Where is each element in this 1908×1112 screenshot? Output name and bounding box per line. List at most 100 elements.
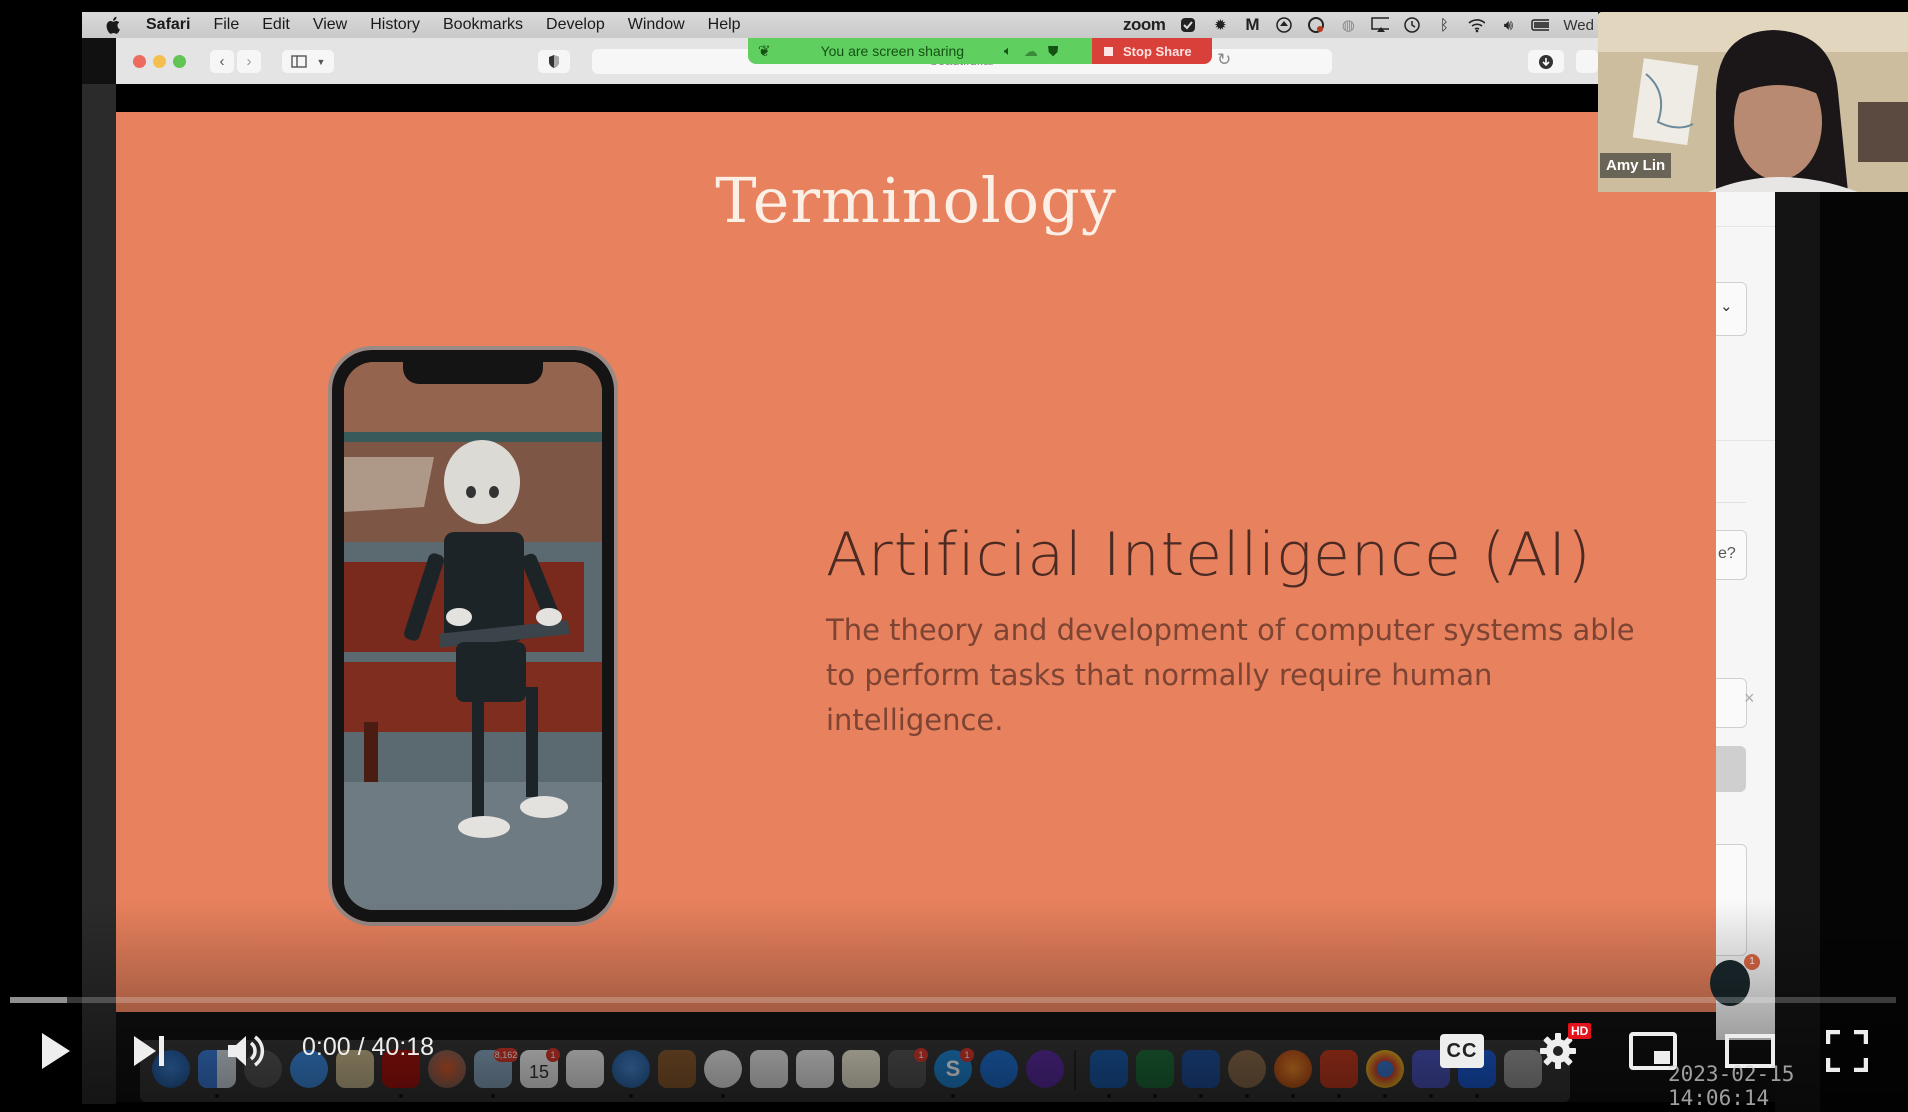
progress-played <box>10 997 65 1003</box>
phone-notch <box>403 362 543 384</box>
clear-x-icon[interactable]: × <box>1744 688 1755 709</box>
dock-outlook-icon[interactable] <box>1090 1050 1128 1088</box>
stop-share-button[interactable]: Stop Share <box>1092 38 1212 64</box>
skype-badge: 1 <box>960 1048 974 1062</box>
forward-button[interactable]: › <box>237 50 261 73</box>
m-app-icon[interactable]: M <box>1243 15 1261 34</box>
sidebar-icon <box>290 55 307 68</box>
menu-window[interactable]: Window <box>628 16 685 34</box>
zoom-status-item[interactable]: zoom <box>1123 15 1166 35</box>
dark-panel-right <box>1775 192 1820 1112</box>
chevron-down-icon: ⌄ <box>1720 298 1733 315</box>
creative-cloud-icon[interactable] <box>1307 16 1325 34</box>
dock-skype-icon[interactable]: S 1 <box>934 1048 974 1088</box>
chat-badge: 1 <box>1744 954 1760 970</box>
play-icon <box>42 1033 70 1069</box>
bluetooth-icon[interactable]: ᛒ <box>1435 16 1453 34</box>
textarea-fragment[interactable] <box>1716 844 1747 956</box>
security-shield-icon[interactable]: ⛊ <box>1048 43 1059 60</box>
menu-file[interactable]: File <box>213 16 239 34</box>
mail-badge: 8,162 <box>494 1048 518 1062</box>
mute-button[interactable] <box>224 1025 268 1077</box>
close-window-button[interactable] <box>133 55 146 68</box>
dock-safari-2-icon[interactable] <box>612 1050 650 1088</box>
hd-badge: HD <box>1568 1023 1592 1039</box>
stop-share-label: Stop Share <box>1123 43 1192 59</box>
stop-icon <box>1104 46 1113 56</box>
dock-chrome-icon[interactable] <box>1366 1050 1404 1088</box>
dock-firefox-icon[interactable] <box>1274 1050 1312 1088</box>
minimize-window-button[interactable] <box>153 55 166 68</box>
menu-view[interactable]: View <box>313 16 347 34</box>
skip-next-icon <box>134 1036 164 1066</box>
volume-icon <box>228 1035 265 1067</box>
phone-mockup-image <box>328 346 618 926</box>
chevron-right-icon: › <box>246 53 252 70</box>
calendar-day: 15 <box>528 1062 550 1082</box>
menu-history[interactable]: History <box>370 16 420 34</box>
play-button[interactable] <box>36 1025 76 1077</box>
reload-icon[interactable]: ↻ <box>1217 50 1239 72</box>
wifi-icon[interactable] <box>1467 16 1486 34</box>
participant-name: Amy Lin <box>1600 153 1672 178</box>
cc-icon: CC <box>1440 1034 1484 1068</box>
term-definition: The theory and development of computer s… <box>826 613 1635 737</box>
presentation-slide: Terminology Artificial Intelligence (AI)… <box>116 112 1716 1012</box>
battery-icon[interactable] <box>1531 16 1550 34</box>
privacy-report-button[interactable] <box>538 50 570 73</box>
screen-left-gutter <box>82 84 116 1104</box>
question-button[interactable]: e? <box>1716 530 1747 580</box>
dock-system-preferences-icon[interactable]: 1 <box>888 1048 928 1088</box>
audio-icon[interactable]: 🔈︎ <box>1004 43 1012 59</box>
menu-bookmarks[interactable]: Bookmarks <box>443 16 523 34</box>
menu-edit[interactable]: Edit <box>262 16 290 34</box>
dock-keynote-icon[interactable] <box>750 1050 788 1088</box>
zoom-share-icon: ❦ <box>758 43 771 60</box>
menu-safari[interactable]: Safari <box>146 16 190 34</box>
dock-word-icon[interactable] <box>1182 1050 1220 1088</box>
dock-prisma-icon[interactable] <box>1026 1050 1064 1088</box>
menu-help[interactable]: Help <box>708 16 741 34</box>
back-button[interactable]: ‹ <box>210 50 234 73</box>
cloud-icon[interactable]: ☁ <box>1024 43 1038 60</box>
dock-powerpoint-icon[interactable] <box>1320 1050 1358 1088</box>
shield-icon <box>549 55 559 68</box>
browser-content-top-strip <box>116 84 1716 112</box>
dropdown-select[interactable]: ⌄ <box>1716 282 1747 336</box>
dock-mail-icon[interactable]: 8,162 <box>474 1048 518 1088</box>
captions-button[interactable]: CC <box>1440 1025 1484 1077</box>
zoom-window-button[interactable] <box>173 55 186 68</box>
next-video-button[interactable] <box>130 1025 170 1077</box>
dock-music-icon[interactable] <box>704 1050 742 1088</box>
share-button[interactable] <box>1576 50 1598 73</box>
chevron-down-icon: ▼ <box>316 56 326 67</box>
sidebar-toggle-button[interactable]: ▼ <box>282 50 334 73</box>
dock-script-editor-icon[interactable] <box>796 1050 834 1088</box>
dock-reminders-icon[interactable] <box>566 1050 604 1088</box>
time-machine-icon[interactable] <box>1403 16 1421 34</box>
volume-status-icon[interactable]: 🔊︎ <box>1499 16 1517 34</box>
cc-label: CC <box>1446 1040 1478 1062</box>
eject-status-icon[interactable] <box>1275 16 1293 34</box>
download-icon <box>1539 54 1553 69</box>
dock-notes-icon[interactable] <box>842 1050 880 1088</box>
duration: 40:18 <box>371 1033 435 1061</box>
apple-logo-icon[interactable] <box>106 16 128 34</box>
dock-keychain-icon[interactable] <box>1228 1050 1266 1088</box>
menu-clock[interactable]: Wed <box>1563 17 1594 34</box>
downloads-button[interactable] <box>1528 50 1564 73</box>
progress-bar[interactable] <box>10 997 1896 1003</box>
dock-calendar-icon[interactable]: 15 1 <box>520 1048 560 1088</box>
chevron-left-icon: ‹ <box>219 53 225 70</box>
checkbox-app-icon[interactable] <box>1179 16 1197 34</box>
menu-develop[interactable]: Develop <box>546 16 605 34</box>
gear-status-icon[interactable]: ✹ <box>1211 16 1229 34</box>
dock-excel-icon[interactable] <box>1136 1050 1174 1088</box>
globe-status-icon[interactable]: ◍ <box>1339 16 1357 34</box>
dock-notebook-icon[interactable] <box>658 1050 696 1088</box>
text-input-fragment[interactable] <box>1716 678 1747 728</box>
webcam-video: Amy Lin <box>1598 12 1908 192</box>
airplay-icon[interactable] <box>1371 16 1390 34</box>
submit-button-fragment[interactable] <box>1716 746 1746 792</box>
dock-app-store-icon[interactable] <box>980 1050 1018 1088</box>
